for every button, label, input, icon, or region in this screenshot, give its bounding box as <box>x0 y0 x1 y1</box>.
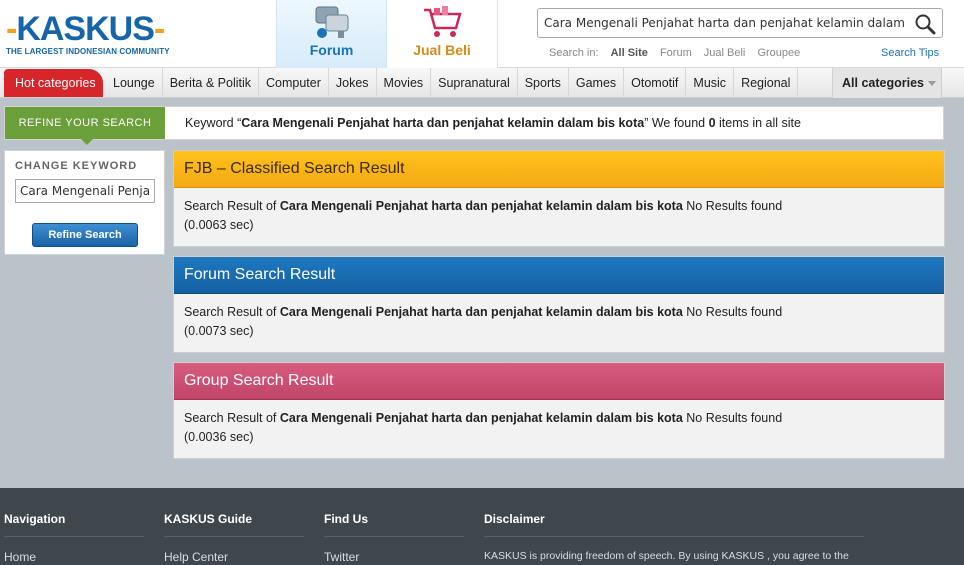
group-result-panel: Group Search Result Search Result of Car… <box>173 362 945 459</box>
footer-find-us-title: Find Us <box>324 512 368 526</box>
scope-all-site[interactable]: All Site <box>611 47 648 59</box>
all-categories-dropdown[interactable]: All categories <box>832 68 942 98</box>
forum-icon <box>315 6 348 38</box>
fjb-result-title: FJB – Classified Search Result <box>174 151 944 188</box>
result-count: 0 <box>708 116 716 130</box>
footer-link-home[interactable]: Home <box>4 550 36 564</box>
footer-guide-title: KASKUS Guide <box>164 512 253 526</box>
tab-forum-label: Forum <box>309 42 354 58</box>
search-in-label: Search in: <box>549 47 599 59</box>
footer-divider <box>324 536 464 537</box>
result-prefix: Search Result of <box>184 411 280 425</box>
nav-item-supranatural[interactable]: Supranatural <box>431 68 518 98</box>
scope-jual-beli[interactable]: Jual Beli <box>704 47 746 59</box>
footer-disclaimer-text: KASKUS is providing freedom of speech. B… <box>484 550 849 562</box>
keyword-input[interactable] <box>15 179 155 203</box>
nav-item-movies[interactable]: Movies <box>377 68 432 98</box>
search-input[interactable] <box>544 13 904 33</box>
category-nav: Hot categories Lounge Berita & Politik C… <box>0 68 964 98</box>
result-keyword: Cara Mengenali Penjahat harta dan penjah… <box>279 305 683 319</box>
result-keyword: Cara Mengenali Penjahat harta dan penjah… <box>279 411 683 425</box>
nav-item-berita-politik[interactable]: Berita & Politik <box>163 68 259 98</box>
footer-navigation-title: Navigation <box>4 512 66 526</box>
keyword-value: Cara Mengenali Penjahat harta dan penjah… <box>241 116 645 130</box>
group-result-body: Search Result of Cara Mengenali Penjahat… <box>174 400 814 447</box>
nav-item-jokes[interactable]: Jokes <box>329 68 377 98</box>
keyword-prefix: Keyword “ <box>185 116 242 130</box>
site-header: -KASKUS- THE LARGEST INDONESIAN COMMUNIT… <box>0 0 964 68</box>
tab-jual-beli[interactable]: Jual Beli <box>387 0 498 68</box>
shopping-cart-icon <box>424 6 462 37</box>
site-footer: Navigation Home KASKUS Guide Help Center… <box>0 488 964 565</box>
logo-wordmark: KASKUS <box>16 10 155 48</box>
footer-disclaimer-title: Disclaimer <box>484 512 545 526</box>
search-icon[interactable] <box>914 13 936 35</box>
change-keyword-title: CHANGE KEYWORD <box>15 160 138 172</box>
fjb-result-body: Search Result of Cara Mengenali Penjahat… <box>174 188 814 235</box>
footer-divider <box>4 536 144 537</box>
keyword-suffix: ” We found <box>644 116 709 130</box>
hot-categories-tab[interactable]: Hot categories <box>4 69 103 97</box>
scope-groupee[interactable]: Groupee <box>757 47 800 59</box>
refine-your-search-label: REFINE YOUR SEARCH <box>5 107 165 139</box>
refine-arrow-icon <box>81 139 93 145</box>
logo-tagline: THE LARGEST INDONESIAN COMMUNITY <box>6 47 170 56</box>
nav-item-music[interactable]: Music <box>686 68 735 98</box>
search-scope-row: Search in: All Site Forum Jual Beli Grou… <box>549 47 809 59</box>
nav-item-lounge[interactable]: Lounge <box>106 68 163 98</box>
tab-jual-beli-label: Jual Beli <box>413 42 471 58</box>
footer-divider <box>484 536 864 537</box>
scope-forum[interactable]: Forum <box>660 47 692 59</box>
nav-item-otomotif[interactable]: Otomotif <box>624 68 687 98</box>
result-prefix: Search Result of <box>184 305 280 319</box>
forum-result-body: Search Result of Cara Mengenali Penjahat… <box>174 294 814 341</box>
tab-forum[interactable]: Forum <box>276 0 387 68</box>
count-suffix: items in all site <box>715 116 801 130</box>
search-tips-link[interactable]: Search Tips <box>881 47 939 59</box>
nav-item-computer[interactable]: Computer <box>259 68 329 98</box>
footer-link-twitter[interactable]: Twitter <box>324 550 359 564</box>
keyword-summary: Keyword “Cara Mengenali Penjahat harta d… <box>185 107 801 139</box>
nav-item-sports[interactable]: Sports <box>518 68 569 98</box>
refine-bar: REFINE YOUR SEARCH Keyword “Cara Mengena… <box>4 106 944 145</box>
all-categories-label: All categories <box>842 76 924 90</box>
nav-item-regional[interactable]: Regional <box>734 68 799 98</box>
result-prefix: Search Result of <box>184 199 280 213</box>
chevron-down-icon <box>927 81 936 87</box>
result-keyword: Cara Mengenali Penjahat harta dan penjah… <box>279 199 683 213</box>
category-list: Lounge Berita & Politik Computer Jokes M… <box>106 68 799 98</box>
search-box <box>537 8 943 38</box>
kaskus-logo[interactable]: -KASKUS- THE LARGEST INDONESIAN COMMUNIT… <box>6 12 186 58</box>
footer-link-help-center[interactable]: Help Center <box>164 550 228 564</box>
change-keyword-panel: CHANGE KEYWORD Refine Search <box>4 150 165 255</box>
refine-search-button[interactable]: Refine Search <box>32 223 138 247</box>
fjb-result-panel: FJB – Classified Search Result Search Re… <box>173 150 945 247</box>
nav-item-games[interactable]: Games <box>569 68 625 98</box>
group-result-title: Group Search Result <box>174 363 944 400</box>
forum-result-title: Forum Search Result <box>174 257 944 294</box>
footer-divider <box>164 536 304 537</box>
forum-result-panel: Forum Search Result Search Result of Car… <box>173 256 945 353</box>
